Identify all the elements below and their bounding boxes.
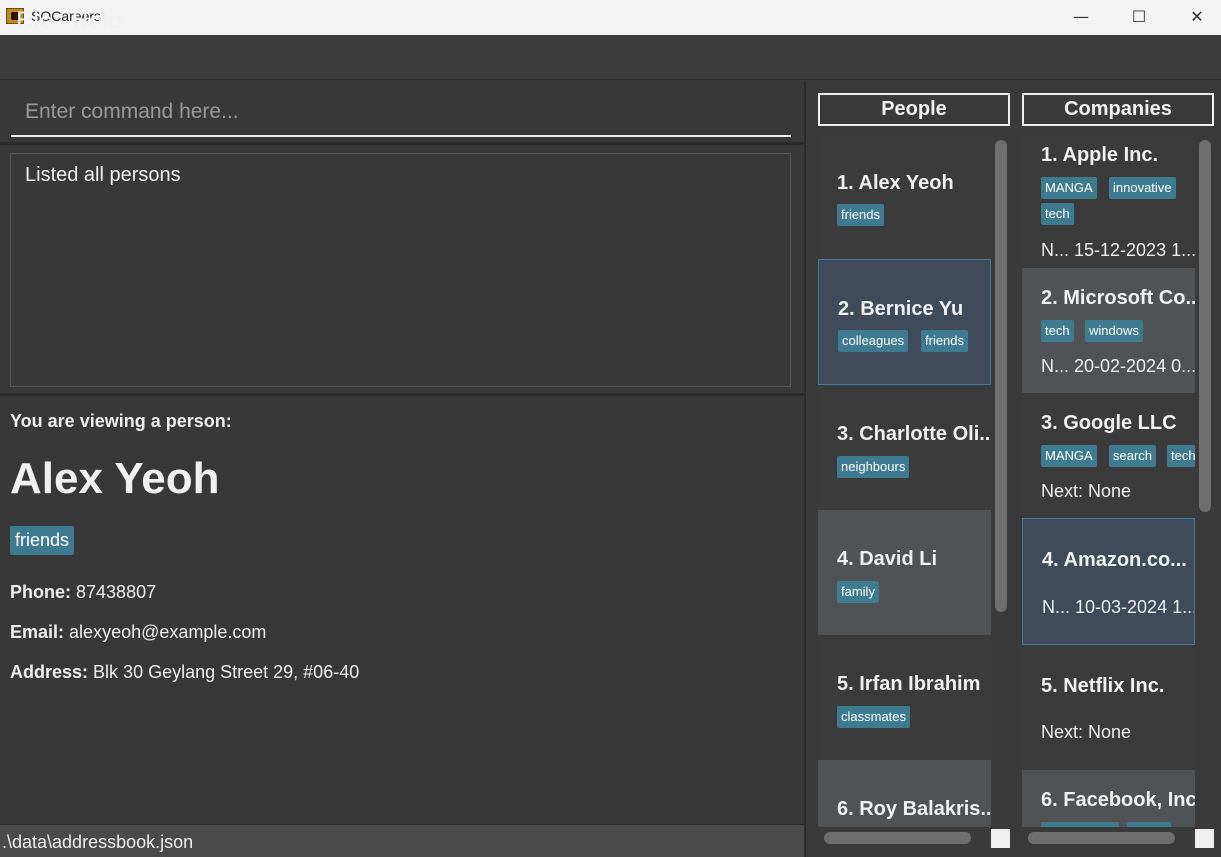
company-card-title: 5. Netflix Inc. — [1041, 675, 1165, 697]
viewing-label: You are viewing a person: — [10, 411, 232, 431]
person-card[interactable]: 1. Alex Yeoh friends — [818, 134, 991, 259]
phone-value: 87438807 — [76, 582, 157, 602]
company-card-tag — [1127, 822, 1171, 827]
company-card-title: 3. Google LLC — [1041, 412, 1177, 434]
maximize-icon[interactable]: ☐ — [1110, 0, 1168, 33]
close-icon[interactable]: ✕ — [1168, 0, 1221, 33]
company-card-tag: innovative — [1109, 177, 1176, 199]
person-card[interactable]: 4. David Li family — [818, 510, 991, 635]
company-card[interactable]: 3. Google LLC MANGA search tech Next: No… — [1022, 393, 1195, 518]
email-label: Email: — [10, 622, 65, 642]
people-vscroll-thumb[interactable] — [995, 140, 1007, 612]
companies-hscroll-thumb[interactable] — [1028, 832, 1175, 844]
menu-bar — [0, 35, 1221, 80]
company-card-next: N... 20-02-2024 0... — [1041, 356, 1195, 376]
company-card-tag: MANGA — [1041, 177, 1097, 199]
company-card-tag: windows — [1085, 320, 1143, 342]
company-card[interactable]: 5. Netflix Inc. Next: None — [1022, 645, 1195, 770]
company-card-next: Next: None — [1041, 481, 1132, 501]
company-card[interactable]: 6. Facebook, Inc. — [1022, 770, 1195, 827]
person-name: Alex Yeoh — [10, 454, 220, 503]
person-card-tag: neighbours — [837, 456, 910, 478]
company-card-tag: search — [1109, 445, 1157, 467]
company-card-next: N... 10-03-2024 1... — [1042, 597, 1195, 617]
person-card-title: 3. Charlotte Oli... — [837, 423, 991, 445]
status-file-path: .\data\addressbook.json — [2, 832, 194, 852]
company-card-tag: tech — [1041, 203, 1074, 225]
person-card-title: 1. Alex Yeoh — [837, 172, 954, 194]
person-card-title: 2. Bernice Yu — [838, 298, 964, 320]
phone-row: Phone: 87438807 — [10, 582, 156, 603]
menu-file[interactable]: File — [16, 9, 53, 34]
companies-vscroll-thumb[interactable] — [1199, 140, 1211, 512]
person-card-title: 5. Irfan Ibrahim — [837, 673, 981, 695]
person-card-tag: colleagues — [838, 330, 909, 352]
result-display — [10, 153, 791, 387]
company-card-title: 1. Apple Inc. — [1041, 144, 1159, 166]
companies-scroll-corner — [1195, 829, 1214, 848]
person-card-tag: friends — [837, 204, 885, 226]
company-card-next: N... 15-12-2023 1... — [1041, 240, 1195, 260]
company-card-tag: MANGA — [1041, 445, 1097, 467]
company-card-tag: tech — [1041, 320, 1074, 342]
company-card-title: 4. Amazon.co... — [1042, 549, 1187, 571]
command-input[interactable] — [11, 89, 791, 137]
person-card-title: 4. David Li — [837, 548, 938, 570]
menu-help[interactable]: Help — [72, 9, 122, 34]
people-scroll-corner — [991, 829, 1010, 848]
person-card-tag: classmates — [837, 706, 911, 728]
people-hscroll-thumb[interactable] — [824, 832, 971, 844]
address-value: Blk 30 Geylang Street 29, #06-40 — [93, 662, 360, 682]
company-card-next: Next: None — [1041, 722, 1132, 742]
company-card-title: 6. Facebook, Inc. — [1041, 789, 1195, 811]
company-card-selected[interactable]: 4. Amazon.co... N... 10-03-2024 1... — [1022, 518, 1195, 645]
company-card-title: 2. Microsoft Co... — [1041, 287, 1195, 309]
people-list[interactable]: 1. Alex Yeoh friends 2. Bernice Yu colle… — [818, 134, 991, 827]
divider — [0, 393, 804, 396]
company-card-tag: tech — [1167, 445, 1195, 467]
person-tag: friends — [10, 526, 75, 555]
title-bar — [0, 0, 1221, 35]
phone-label: Phone: — [10, 582, 71, 602]
person-card-tag: friends — [921, 330, 969, 352]
company-card[interactable]: 2. Microsoft Co... tech windows N... 20-… — [1022, 268, 1195, 393]
people-header: People — [818, 93, 1010, 126]
person-card-title: 6. Roy Balakris... — [837, 798, 991, 820]
company-card[interactable]: 1. Apple Inc. MANGA innovative tech N...… — [1022, 134, 1195, 268]
person-card-tag: family — [837, 581, 879, 603]
minimize-icon[interactable]: — — [1052, 0, 1110, 33]
company-card-tag — [1041, 822, 1119, 827]
person-card[interactable]: 5. Irfan Ibrahim classmates — [818, 635, 991, 760]
result-text: Listed all persons — [25, 164, 181, 186]
email-row: Email: alexyeoh@example.com — [10, 622, 266, 643]
address-row: Address: Blk 30 Geylang Street 29, #06-4… — [10, 662, 359, 683]
companies-header: Companies — [1022, 93, 1214, 126]
email-value: alexyeoh@example.com — [69, 622, 267, 642]
person-card[interactable]: 3. Charlotte Oli... neighbours — [818, 385, 991, 510]
companies-list[interactable]: 1. Apple Inc. MANGA innovative tech N...… — [1022, 134, 1195, 827]
address-label: Address: — [10, 662, 89, 682]
person-card[interactable]: 6. Roy Balakris... — [818, 760, 991, 827]
person-card-selected[interactable]: 2. Bernice Yu colleagues friends — [818, 259, 991, 385]
